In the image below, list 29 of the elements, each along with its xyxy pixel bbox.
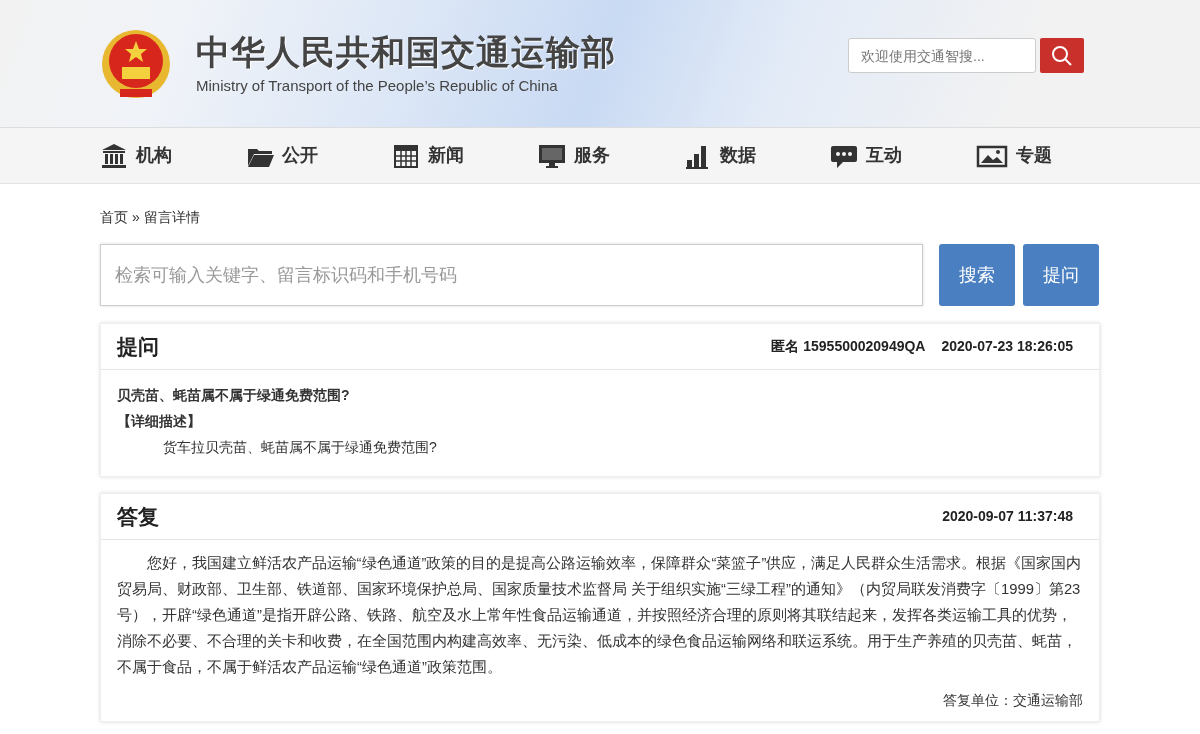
breadcrumb-link[interactable]: 首页 — [100, 207, 128, 228]
nav-link[interactable]: 机构 — [100, 141, 172, 170]
site-title: 中华人民共和国交通运输部 — [196, 33, 616, 71]
question-detail: 货车拉贝壳苗、蚝苗属不属于绿通免费范围? — [162, 438, 438, 457]
search-action-button[interactable]: 提问 — [1023, 244, 1099, 306]
question-title: 贝壳苗、蚝苗属不属于绿通免费范围? — [117, 386, 351, 405]
site-subtitle: Ministry of Transport of the People’s Republic of China — [196, 75, 559, 96]
detail-label: 【详细描述】 — [117, 412, 202, 431]
breadcrumb-current: 留言详情 — [143, 208, 200, 227]
nav-link[interactable]: 公开 — [246, 141, 318, 170]
site-search-field[interactable]: 欢迎使用交通智搜... — [848, 38, 1036, 73]
question-date: 2020-07-23 18:26:05 — [941, 337, 1073, 356]
search-button[interactable] — [1040, 38, 1084, 73]
panel-heading: 提问 — [117, 333, 159, 360]
nav-link[interactable]: 专题 — [976, 141, 1052, 170]
nav-link[interactable]: 新闻 — [392, 141, 464, 170]
nav-link[interactable]: 数据 — [684, 141, 756, 170]
panel-heading: 答复 — [117, 503, 159, 530]
answer-text: 您好，我国建立鲜活农产品运输“绿色通道”政策的目的是提高公路运输效率，保障群众“菜篮子”供应，满足人民群众生活需求。根据《国家国内贸易局、财政部、卫生部、铁道部、国家环境保护总局、国家质量技术监督局 关于组织实施“三绿工程”的通知》（内贸局联发消费字〔1999〕第23号），开辟“绿色通道”是指开辟公路、铁路、航空及水上常年性食品运输通道，并按照经济合理的原则将其联结起来，发挥各类运输工具的优势，消除不必要、不合理的关卡和收费，在全国范围内构建高效率、无污染、低成本的绿色食品运输网络和联运系统。用于生产养殖的贝壳苗、蚝苗，不属于食品，不属于鲜活农产品运输“绿色通道”政策范围。 — [117, 554, 1083, 677]
search-icon — [1051, 44, 1073, 67]
answer-date: 2020-09-07 11:37:48 — [942, 507, 1073, 526]
answer-unit: 答复单位：交通运输部 — [943, 691, 1083, 710]
nav-link[interactable]: 互动 — [830, 141, 902, 170]
nav-link[interactable]: 服务 — [538, 141, 610, 170]
building-icon — [100, 141, 128, 170]
breadcrumb-separator: » — [132, 208, 140, 227]
search-action-button[interactable]: 搜索 — [939, 244, 1015, 306]
author-id: 匿名 1595500020949QA — [771, 337, 926, 356]
search-field[interactable]: 检索可输入关键字、留言标识码和手机号码 — [100, 244, 923, 306]
